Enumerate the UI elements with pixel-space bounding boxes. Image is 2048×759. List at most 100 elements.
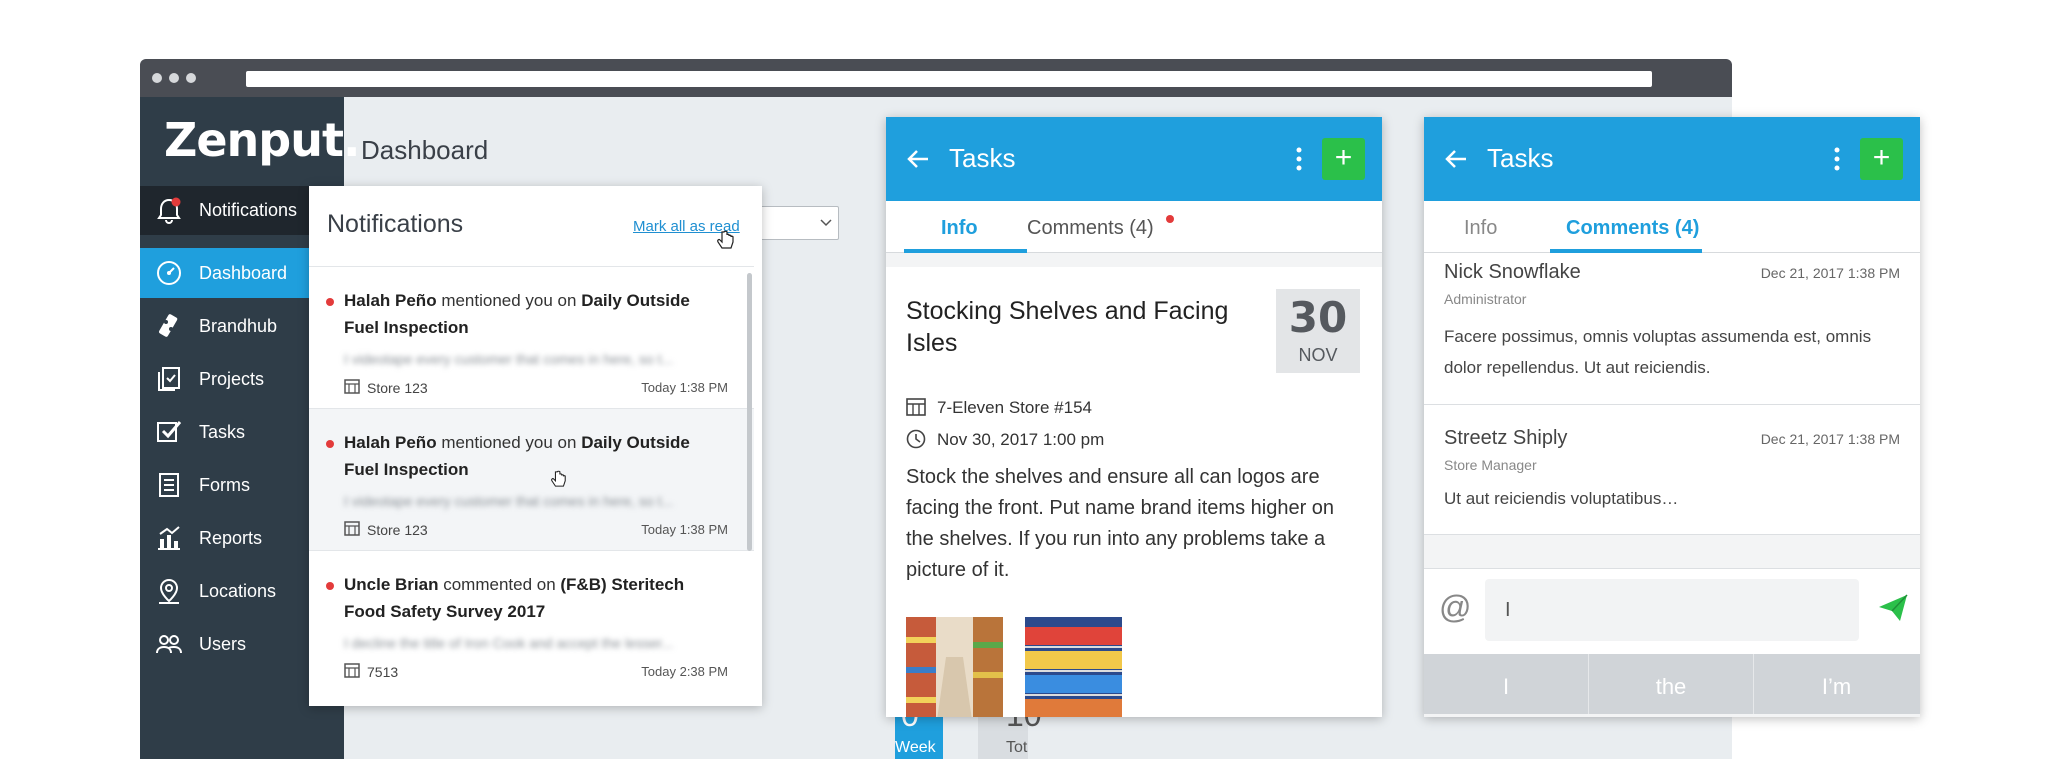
task-header-title: Tasks xyxy=(949,143,1016,173)
mention-at-icon[interactable]: @ xyxy=(1439,589,1471,626)
comment-date: Dec 21, 2017 1:38 PM xyxy=(1760,431,1900,447)
notification-actor: Halah Peño xyxy=(344,291,437,310)
task-detail-card: Stocking Shelves and Facing Isles 30 NOV… xyxy=(886,267,1382,717)
store-icon xyxy=(344,663,360,678)
date-month: NOV xyxy=(1298,345,1338,365)
comment-date: Dec 21, 2017 1:38 PM xyxy=(1760,265,1900,281)
reports-icon xyxy=(158,526,180,550)
unread-dot xyxy=(326,298,334,306)
tasks-icon xyxy=(157,421,182,442)
tab-info[interactable]: Info xyxy=(1464,217,1497,240)
browser-chrome xyxy=(140,59,1732,97)
task-photo-shelves[interactable] xyxy=(1025,617,1122,717)
notification-actor: Halah Peño xyxy=(344,433,437,452)
comment-role: Store Manager xyxy=(1444,457,1537,473)
app-logo: Zenput. xyxy=(164,113,360,167)
active-tab-indicator xyxy=(904,249,1027,253)
comment-body: Ut aut reiciendis voluptatibus… xyxy=(1444,489,1679,508)
back-arrow-icon[interactable] xyxy=(1444,147,1468,171)
sidebar-item-label: Locations xyxy=(199,581,277,601)
comment-item: Nick Snowflake Dec 21, 2017 1:38 PM Admi… xyxy=(1424,253,1920,405)
notifications-scrollbar[interactable] xyxy=(747,273,752,551)
task-header: Tasks + xyxy=(886,117,1382,201)
notification-actor: Uncle Brian xyxy=(344,575,439,594)
notification-preview: I videotape every customer that comes in… xyxy=(344,351,674,367)
store-icon xyxy=(344,379,360,394)
dashboard-filter-select[interactable] xyxy=(755,206,839,240)
notification-verb: mentioned you on xyxy=(436,433,582,452)
tab-info[interactable]: Info xyxy=(941,217,978,240)
add-button[interactable]: + xyxy=(1860,138,1903,180)
notification-time: Today 1:38 PM xyxy=(641,522,728,537)
tab-comments[interactable]: Comments (4) xyxy=(1566,217,1699,240)
comment-compose-bar: @ I xyxy=(1424,568,1920,654)
dashboard-icon xyxy=(157,261,181,285)
tab-comments[interactable]: Comments (4) xyxy=(1027,217,1154,240)
sidebar-item-label: Forms xyxy=(199,475,250,495)
stat-label: Week xyxy=(895,739,936,756)
keyboard-suggestion[interactable]: I’m xyxy=(1754,654,1919,714)
hand-cursor-icon xyxy=(551,470,566,487)
store-icon xyxy=(344,521,360,536)
comment-item: Streetz Shiply Dec 21, 2017 1:38 PM Stor… xyxy=(1424,405,1920,535)
task-date-badge: 30 NOV xyxy=(1276,289,1360,373)
notification-text: Halah Peño mentioned you on Daily Outsid… xyxy=(344,429,724,483)
comment-author: Nick Snowflake xyxy=(1444,261,1581,283)
task-photo-aisle[interactable] xyxy=(906,617,1003,717)
projects-icon xyxy=(158,367,180,391)
comment-input[interactable]: I xyxy=(1485,579,1859,641)
more-vert-icon[interactable] xyxy=(1296,147,1302,171)
hand-cursor-icon xyxy=(717,230,734,249)
task-tabs: Info Comments (4) xyxy=(886,201,1382,253)
window-dot[interactable] xyxy=(186,73,196,83)
add-button[interactable]: + xyxy=(1322,138,1365,180)
notification-store: Store 123 xyxy=(367,380,428,396)
bell-icon xyxy=(157,197,181,224)
notification-verb: commented on xyxy=(438,575,561,594)
sidebar-item-label: Projects xyxy=(199,369,265,389)
window-dot[interactable] xyxy=(169,73,179,83)
stat-label: Tot xyxy=(1006,739,1028,756)
notification-item[interactable]: Halah Peño mentioned you on Daily Outsid… xyxy=(309,408,754,550)
locations-icon xyxy=(159,578,179,604)
notification-store: 7513 xyxy=(367,664,399,680)
address-bar[interactable] xyxy=(246,71,1652,87)
more-vert-icon[interactable] xyxy=(1834,147,1840,171)
sidebar-item-label: Brandhub xyxy=(199,316,278,336)
notification-preview: I decline the title of Iron Cook and acc… xyxy=(344,635,674,651)
unread-dot xyxy=(326,582,334,590)
sidebar-item-label: Tasks xyxy=(199,422,246,442)
task-tabs: Info Comments (4) xyxy=(1424,201,1920,253)
task-store: 7-Eleven Store #154 xyxy=(937,398,1092,417)
keyboard-suggestions: I the I’m xyxy=(1424,654,1920,714)
sidebar-item-label: Reports xyxy=(199,528,263,548)
sidebar-item-label: Dashboard xyxy=(199,263,288,283)
notification-verb: mentioned you on xyxy=(436,291,582,310)
task-panel-info: Tasks + Info Comments (4) Stocking Shelv… xyxy=(886,117,1382,717)
aisle-photo-icon xyxy=(906,617,1003,717)
back-arrow-icon[interactable] xyxy=(906,147,930,171)
users-icon xyxy=(156,635,182,654)
date-day: 30 xyxy=(1288,293,1348,342)
sidebar-item-label: Users xyxy=(199,634,247,654)
task-due-date: Nov 30, 2017 1:00 pm xyxy=(937,430,1105,449)
keyboard-suggestion[interactable]: I xyxy=(1424,654,1589,714)
shelves-photo-icon xyxy=(1025,617,1122,717)
comment-body: Facere possimus, omnis voluptas assumend… xyxy=(1444,327,1872,377)
notification-text: Uncle Brian commented on (F&B) Steritech… xyxy=(344,571,724,625)
task-description: Stock the shelves and ensure all can log… xyxy=(906,466,1335,581)
notification-item[interactable]: Halah Peño mentioned you on Daily Outsid… xyxy=(309,266,754,408)
comment-role: Administrator xyxy=(1444,291,1527,307)
send-icon[interactable] xyxy=(1878,593,1908,623)
unread-dot xyxy=(1166,215,1174,223)
keyboard-suggestion[interactable]: the xyxy=(1589,654,1754,714)
clock-icon xyxy=(906,429,926,449)
notification-time: Today 1:38 PM xyxy=(641,380,728,395)
window-dot[interactable] xyxy=(152,73,162,83)
brandhub-icon xyxy=(159,314,178,337)
unread-dot xyxy=(326,440,334,448)
notification-time: Today 2:38 PM xyxy=(641,664,728,679)
notification-item[interactable]: Uncle Brian commented on (F&B) Steritech… xyxy=(309,550,754,692)
chevron-down-icon xyxy=(820,219,832,227)
task-header-title: Tasks xyxy=(1487,143,1554,173)
